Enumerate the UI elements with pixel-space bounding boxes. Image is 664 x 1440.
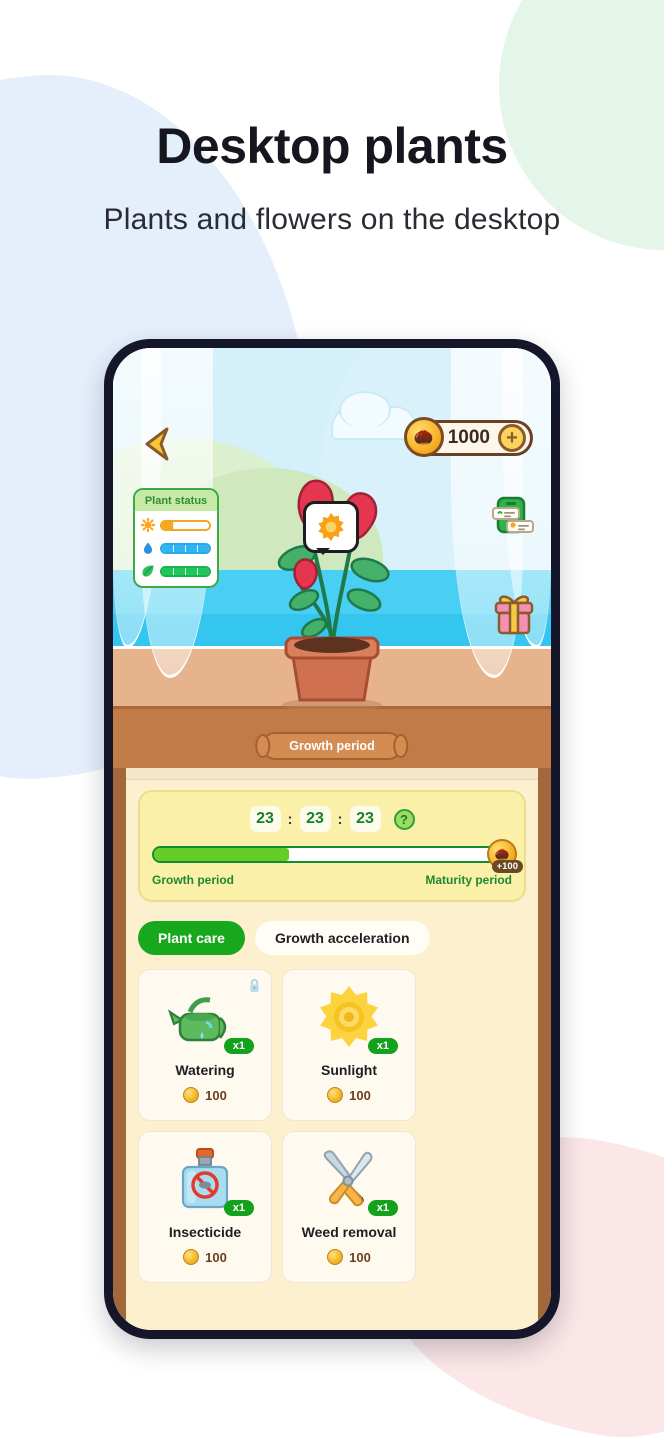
garden-scene: 🌰 1000 + Plant status Growth period [113, 348, 551, 768]
water-level-bar [160, 542, 211, 554]
sunlight-level-bar [160, 519, 211, 531]
item-quantity: x1 [223, 1038, 254, 1054]
item-quantity: x1 [223, 1200, 254, 1216]
leaf-icon [141, 564, 155, 578]
item-price-value: 100 [349, 1087, 371, 1103]
help-button[interactable]: ? [393, 808, 415, 830]
countdown-timer: 23 : 23 : 23 ? [152, 806, 512, 832]
maturity-period-label: Maturity period [425, 873, 512, 887]
item-card-insecticide[interactable]: x1 Insecticide 100 [138, 1131, 272, 1283]
item-card-watering[interactable]: x1 Watering 100 [138, 969, 272, 1121]
sunlight-hint-bubble[interactable] [303, 501, 359, 555]
timer-hours: 23 [249, 806, 281, 832]
reward-amount-badge: +100 [491, 860, 523, 873]
item-name: Insecticide [168, 1224, 242, 1240]
timer-sep-2: : [337, 810, 343, 828]
timer-minutes: 23 [299, 806, 331, 832]
item-grid: x1 Watering 100 x1 Sunlight 100 x1 Insec… [138, 969, 526, 1283]
coin-balance-bar[interactable]: 🌰 1000 + [403, 417, 533, 457]
progress-labels: Growth period Maturity period [152, 873, 512, 887]
back-arrow-icon[interactable] [141, 426, 171, 462]
page-subtitle: Plants and flowers on the desktop [103, 203, 561, 236]
coin-icon [327, 1249, 344, 1265]
growth-progress-bar: 🌰 +100 [152, 839, 523, 873]
coin-icon [183, 1087, 200, 1103]
item-price: 100 [327, 1249, 371, 1265]
item-price-value: 100 [205, 1087, 227, 1103]
sun-icon: x1 [312, 984, 398, 1054]
shelf-strip [126, 768, 538, 780]
item-price: 100 [327, 1087, 371, 1103]
shop-tabs: Plant care Growth acceleration [138, 921, 526, 955]
item-price: 100 [183, 1087, 227, 1103]
pruning-shears-icon: x1 [312, 1146, 398, 1216]
scene-ribbon-label: Growth period [261, 732, 403, 760]
tasks-icon[interactable] [491, 496, 537, 542]
item-price-value: 100 [205, 1249, 227, 1265]
growth-period-label: Growth period [152, 873, 234, 887]
plant-status-panel[interactable]: Plant status [133, 488, 219, 588]
page-title: Desktop plants [156, 118, 508, 174]
coin-icon [183, 1249, 200, 1265]
growth-timer-card: 23 : 23 : 23 ? 🌰 +100 Growth period Matu… [138, 790, 526, 902]
item-name: Watering [175, 1062, 235, 1078]
phone-screen: 🌰 1000 + Plant status Growth period 23:… [113, 348, 551, 1330]
timer-sep-1: : [287, 810, 293, 828]
item-name: Sunlight [321, 1062, 377, 1078]
phone-mockup: 🌰 1000 + Plant status Growth period 23:… [104, 339, 560, 1339]
shop-panel: 23 : 23 : 23 ? 🌰 +100 Growth period Matu… [113, 768, 551, 1330]
growth-progress-fill [154, 848, 290, 861]
status-row-nutrition [141, 564, 211, 578]
rose-plant-illustration[interactable] [252, 460, 412, 710]
gift-icon[interactable] [491, 592, 537, 638]
item-card-sunlight[interactable]: x1 Sunlight 100 [282, 969, 416, 1121]
status-row-sunlight [141, 518, 211, 532]
sun-icon [141, 518, 155, 532]
tab-growth-acceleration[interactable]: Growth acceleration [254, 921, 430, 955]
lock-icon [248, 978, 261, 996]
item-card-weed-removal[interactable]: x1 Weed removal 100 [282, 1131, 416, 1283]
item-price: 100 [183, 1249, 227, 1265]
item-price-value: 100 [349, 1249, 371, 1265]
page-root: Desktop plants Plants and flowers on the… [0, 0, 664, 1440]
coin-amount: 1000 [447, 427, 490, 448]
item-name: Weed removal [301, 1224, 397, 1240]
plant-status-rows [135, 511, 217, 586]
plant-status-title: Plant status [135, 490, 217, 511]
tab-plant-care[interactable]: Plant care [138, 921, 245, 955]
timer-seconds: 23 [349, 806, 381, 832]
heading-block: Desktop plants Plants and flowers on the… [0, 0, 664, 237]
water-drop-icon [141, 541, 155, 555]
item-quantity: x1 [367, 1200, 398, 1216]
sun-icon [318, 512, 344, 542]
watering-can-icon: x1 [168, 984, 254, 1054]
coin-icon [327, 1087, 344, 1103]
coin-icon: 🌰 [403, 417, 444, 457]
item-quantity: x1 [367, 1038, 398, 1054]
insecticide-bottle-icon: x1 [168, 1146, 254, 1216]
add-coins-button[interactable]: + [498, 424, 526, 452]
nutrition-level-bar [160, 565, 211, 577]
status-row-water [141, 541, 211, 555]
